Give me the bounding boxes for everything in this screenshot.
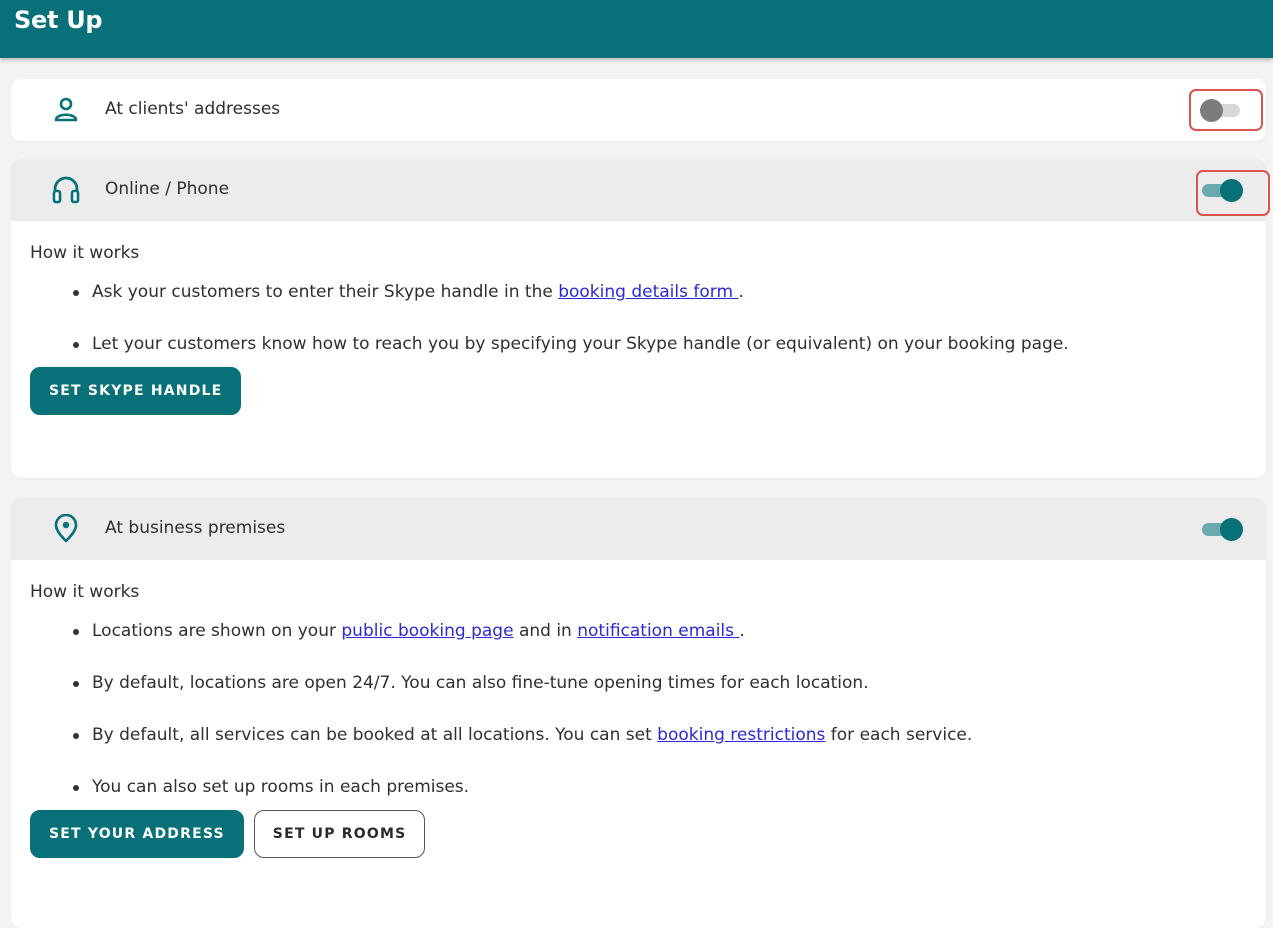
bullet-text: By default, locations are open 24/7. You…	[92, 673, 869, 693]
booking-details-form-link[interactable]: booking details form	[558, 282, 738, 302]
headset-icon	[51, 175, 81, 205]
section-label: At clients' addresses	[105, 99, 281, 119]
section-body: How it works Ask your customers to enter…	[11, 221, 1266, 415]
set-up-rooms-button[interactable]: SET UP ROOMS	[253, 810, 426, 858]
section-clients-addresses: At clients' addresses	[11, 79, 1266, 141]
page-title: Set Up	[14, 6, 103, 34]
list-item: By default, locations are open 24/7. You…	[73, 670, 1247, 696]
top-bar: Set Up	[0, 0, 1273, 58]
button-row: SET YOUR ADDRESS SET UP ROOMS	[30, 810, 1247, 858]
location-pin-icon	[51, 514, 81, 544]
how-it-works-list: Locations are shown on your public booki…	[30, 618, 1247, 800]
set-skype-handle-button[interactable]: SET SKYPE HANDLE	[30, 367, 242, 415]
set-your-address-button[interactable]: SET YOUR ADDRESS	[30, 810, 244, 858]
list-item: Locations are shown on your public booki…	[73, 618, 1247, 644]
list-item: Let your customers know how to reach you…	[73, 331, 1247, 357]
button-row: SET SKYPE HANDLE	[30, 367, 1247, 415]
bullet-text: Locations are shown on your	[92, 621, 342, 641]
highlight-box	[1196, 170, 1270, 216]
toggle-knob	[1220, 518, 1243, 541]
how-it-works-list: Ask your customers to enter their Skype …	[30, 279, 1247, 357]
list-item: Ask your customers to enter their Skype …	[73, 279, 1247, 305]
section-label: Online / Phone	[105, 179, 230, 199]
highlight-box	[1189, 89, 1263, 131]
section-body: How it works Locations are shown on your…	[11, 560, 1266, 858]
section-header: At business premises	[11, 498, 1266, 560]
bullet-text: By default, all services can be booked a…	[92, 725, 658, 745]
bullet-text: .	[739, 621, 745, 641]
bullet-text: for each service.	[825, 725, 973, 745]
section-header: Online / Phone	[11, 159, 1266, 221]
section-header: At clients' addresses	[11, 79, 1266, 141]
section-label: At business premises	[105, 518, 286, 538]
section-business-premises: At business premises How it works Locati…	[11, 498, 1266, 928]
notification-emails-link[interactable]: notification emails	[577, 621, 739, 641]
how-it-works-heading: How it works	[30, 582, 140, 602]
list-item: You can also set up rooms in each premis…	[73, 774, 1247, 800]
person-icon	[51, 95, 81, 125]
booking-restrictions-link[interactable]: booking restrictions	[657, 725, 825, 745]
bullet-text: and in	[513, 621, 578, 641]
bullet-text: .	[738, 282, 744, 302]
public-booking-page-link[interactable]: public booking page	[341, 621, 513, 641]
how-it-works-heading: How it works	[30, 243, 140, 263]
list-item: By default, all services can be booked a…	[73, 722, 1247, 748]
bullet-text: Ask your customers to enter their Skype …	[92, 282, 559, 302]
section-online-phone: Online / Phone How it works Ask your cus…	[11, 159, 1266, 478]
business-premises-toggle[interactable]	[1200, 515, 1244, 543]
bullet-text: You can also set up rooms in each premis…	[92, 777, 470, 797]
bullet-text: Let your customers know how to reach you…	[92, 334, 1069, 354]
